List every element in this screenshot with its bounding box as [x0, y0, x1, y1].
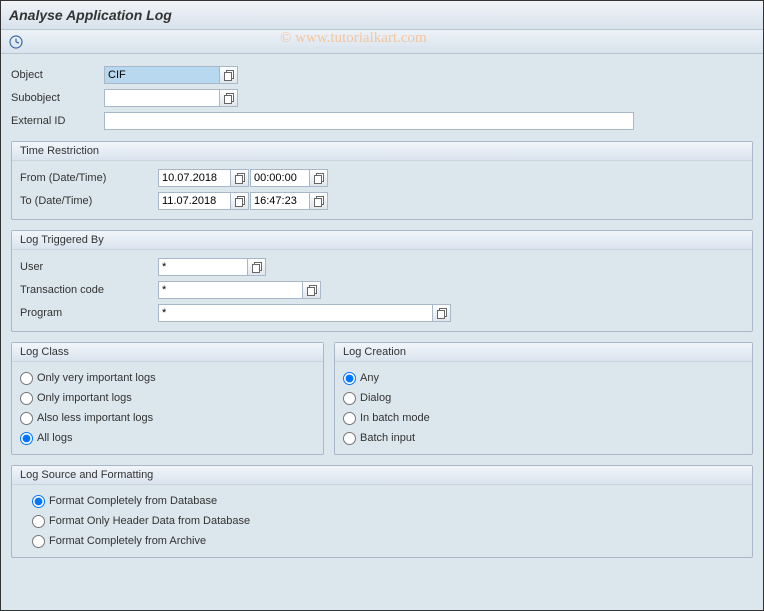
- from-date-valuehelp[interactable]: [231, 169, 249, 187]
- radio-batch-mode-label: In batch mode: [360, 412, 430, 424]
- to-date-input[interactable]: [158, 192, 231, 210]
- subobject-input[interactable]: [104, 89, 220, 107]
- log-source-title: Log Source and Formatting: [12, 466, 752, 485]
- radio-very-important-label: Only very important logs: [37, 372, 156, 384]
- groupbox-log-triggered: Log Triggered By User Transaction code P…: [11, 230, 753, 332]
- to-label: To (Date/Time): [20, 195, 158, 207]
- radio-less-important-label: Also less important logs: [37, 412, 153, 424]
- value-help-icon: [314, 173, 324, 183]
- log-class-title: Log Class: [12, 343, 323, 362]
- user-valuehelp[interactable]: [248, 258, 266, 276]
- radio-batch-mode-input[interactable]: [343, 412, 356, 425]
- program-label: Program: [20, 307, 158, 319]
- radio-format-complete-db[interactable]: Format Completely from Database: [32, 491, 744, 511]
- from-date-input[interactable]: [158, 169, 231, 187]
- to-date-valuehelp[interactable]: [231, 192, 249, 210]
- radio-format-header-db-input[interactable]: [32, 515, 45, 528]
- field-subobject: Subobject: [11, 87, 753, 108]
- radio-any[interactable]: Any: [343, 368, 744, 388]
- externalid-input[interactable]: [104, 112, 634, 130]
- field-externalid: External ID: [11, 110, 753, 131]
- radio-format-complete-db-label: Format Completely from Database: [49, 495, 217, 507]
- toolbar: [1, 30, 763, 54]
- field-from-datetime: From (Date/Time): [20, 167, 744, 188]
- object-valuehelp[interactable]: [220, 66, 238, 84]
- radio-less-important-input[interactable]: [20, 412, 33, 425]
- radio-any-label: Any: [360, 372, 379, 384]
- groupbox-log-class: Log Class Only very important logs Only …: [11, 342, 324, 455]
- groupbox-time-restriction: Time Restriction From (Date/Time) To (Da…: [11, 141, 753, 220]
- value-help-icon: [235, 196, 245, 206]
- user-input[interactable]: [158, 258, 248, 276]
- tcode-input[interactable]: [158, 281, 303, 299]
- field-program: Program: [20, 302, 744, 323]
- to-time-input[interactable]: [250, 192, 310, 210]
- radio-format-archive-input[interactable]: [32, 535, 45, 548]
- radio-batch-mode[interactable]: In batch mode: [343, 408, 744, 428]
- program-input[interactable]: [158, 304, 433, 322]
- radio-format-header-db[interactable]: Format Only Header Data from Database: [32, 511, 744, 531]
- radio-all-logs[interactable]: All logs: [20, 428, 315, 448]
- log-creation-title: Log Creation: [335, 343, 752, 362]
- radio-dialog-label: Dialog: [360, 392, 391, 404]
- radio-format-header-db-label: Format Only Header Data from Database: [49, 515, 250, 527]
- radio-any-input[interactable]: [343, 372, 356, 385]
- radio-format-complete-db-input[interactable]: [32, 495, 45, 508]
- title-bar: Analyse Application Log: [1, 1, 763, 30]
- value-help-icon: [314, 196, 324, 206]
- from-time-input[interactable]: [250, 169, 310, 187]
- groupbox-log-source: Log Source and Formatting Format Complet…: [11, 465, 753, 558]
- field-object: Object: [11, 64, 753, 85]
- field-to-datetime: To (Date/Time): [20, 190, 744, 211]
- from-time-valuehelp[interactable]: [310, 169, 328, 187]
- radio-dialog-input[interactable]: [343, 392, 356, 405]
- execute-icon[interactable]: [7, 33, 25, 51]
- radio-important[interactable]: Only important logs: [20, 388, 315, 408]
- groupbox-row: Log Class Only very important logs Only …: [11, 342, 753, 455]
- radio-important-input[interactable]: [20, 392, 33, 405]
- subobject-label: Subobject: [11, 92, 104, 104]
- radio-dialog[interactable]: Dialog: [343, 388, 744, 408]
- object-label: Object: [11, 69, 104, 81]
- radio-all-logs-label: All logs: [37, 432, 72, 444]
- value-help-icon: [235, 173, 245, 183]
- object-input[interactable]: [104, 66, 220, 84]
- program-valuehelp[interactable]: [433, 304, 451, 322]
- externalid-label: External ID: [11, 115, 104, 127]
- radio-batch-input-label: Batch input: [360, 432, 415, 444]
- radio-very-important[interactable]: Only very important logs: [20, 368, 315, 388]
- subobject-valuehelp[interactable]: [220, 89, 238, 107]
- value-help-icon: [224, 93, 234, 103]
- radio-batch-input-input[interactable]: [343, 432, 356, 445]
- content: Object Subobject External ID Time Restri…: [1, 54, 763, 568]
- time-restriction-title: Time Restriction: [12, 142, 752, 161]
- from-label: From (Date/Time): [20, 172, 158, 184]
- field-tcode: Transaction code: [20, 279, 744, 300]
- value-help-icon: [224, 70, 234, 80]
- page-title: Analyse Application Log: [9, 7, 172, 23]
- radio-batch-input[interactable]: Batch input: [343, 428, 744, 448]
- tcode-label: Transaction code: [20, 284, 158, 296]
- field-user: User: [20, 256, 744, 277]
- radio-less-important[interactable]: Also less important logs: [20, 408, 315, 428]
- value-help-icon: [307, 285, 317, 295]
- radio-very-important-input[interactable]: [20, 372, 33, 385]
- user-label: User: [20, 261, 158, 273]
- value-help-icon: [437, 308, 447, 318]
- to-time-valuehelp[interactable]: [310, 192, 328, 210]
- log-triggered-title: Log Triggered By: [12, 231, 752, 250]
- tcode-valuehelp[interactable]: [303, 281, 321, 299]
- radio-format-archive-label: Format Completely from Archive: [49, 535, 206, 547]
- groupbox-log-creation: Log Creation Any Dialog In batch mode Ba…: [334, 342, 753, 455]
- radio-format-archive[interactable]: Format Completely from Archive: [32, 531, 744, 551]
- radio-all-logs-input[interactable]: [20, 432, 33, 445]
- radio-important-label: Only important logs: [37, 392, 132, 404]
- value-help-icon: [252, 262, 262, 272]
